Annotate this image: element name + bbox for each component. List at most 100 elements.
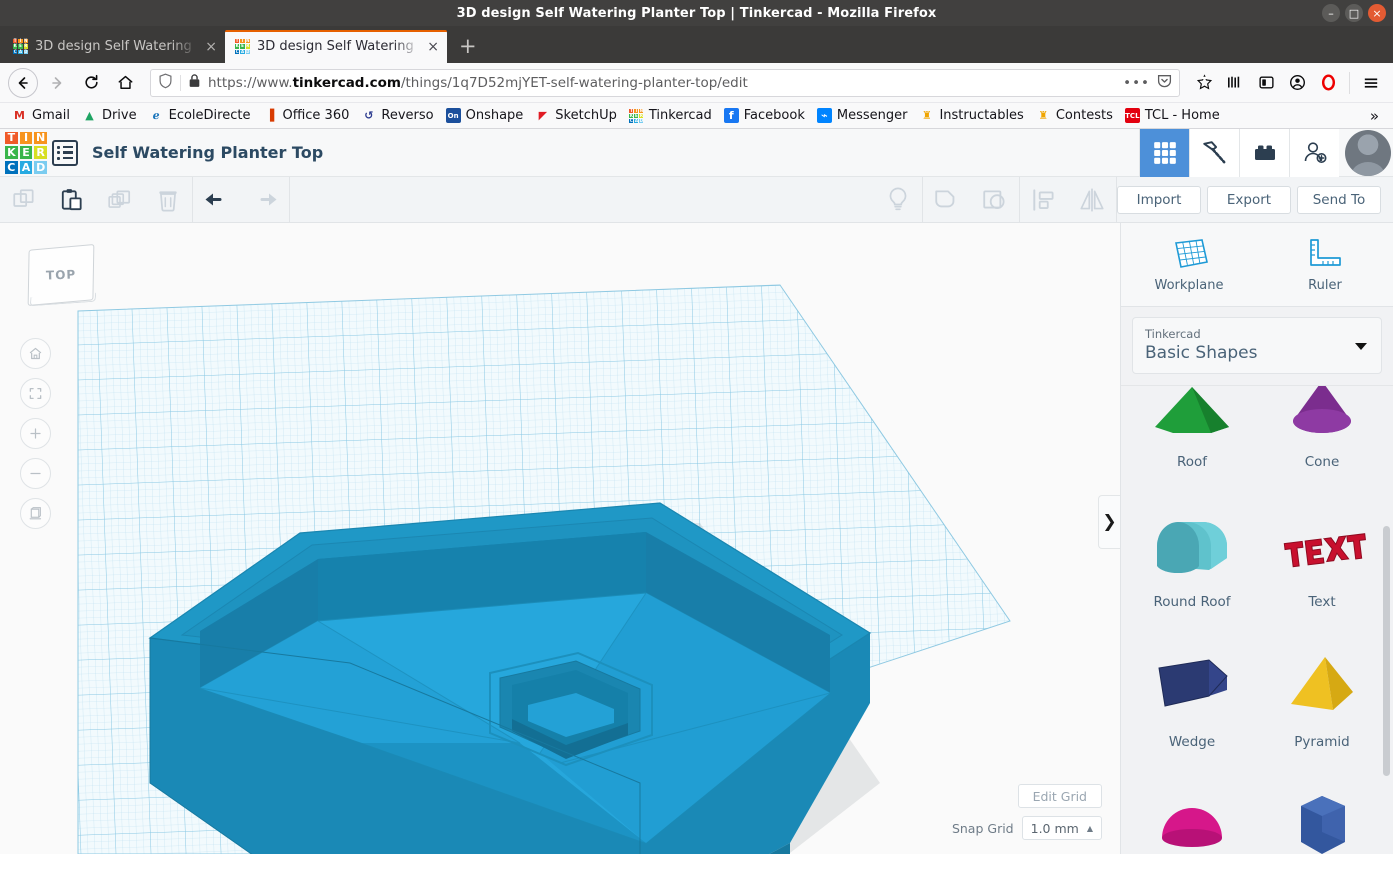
shapes-panel: Workplane Ruler Tinkercad Basic Shapes R… [1120, 223, 1393, 854]
tinker-tools-button[interactable] [1189, 128, 1239, 177]
invite-button[interactable] [1289, 128, 1339, 177]
snap-grid-select[interactable]: 1.0 mm ▲ [1021, 816, 1102, 840]
messenger-icon: ⌁ [816, 108, 832, 123]
undo-button[interactable] [193, 177, 241, 223]
3d-scene[interactable] [0, 223, 1120, 854]
shape-item[interactable]: Polygon [1257, 756, 1387, 854]
bookmark-label: Reverso [381, 108, 434, 123]
shape-item[interactable]: Pyramid [1257, 616, 1387, 756]
shape-item[interactable]: Cone [1257, 386, 1387, 476]
tinkercad-home-link[interactable]: TIN KER CAD [0, 131, 52, 174]
library-selector[interactable]: Tinkercad Basic Shapes [1132, 317, 1382, 374]
user-avatar[interactable] [1345, 129, 1391, 176]
back-button[interactable] [8, 67, 38, 98]
tracking-protection-icon[interactable] [158, 73, 173, 93]
minimize-button[interactable]: – [1322, 4, 1340, 22]
app-menu-button[interactable] [1357, 69, 1385, 97]
pyramid-shape-icon [1275, 636, 1369, 734]
maximize-button[interactable]: □ [1345, 4, 1363, 22]
mirror-button[interactable] [1068, 177, 1116, 223]
save-to-pocket-icon[interactable] [1157, 73, 1172, 92]
projection-toggle-button[interactable] [20, 498, 51, 529]
copy-icon [13, 188, 34, 207]
home-button[interactable] [110, 68, 140, 98]
new-tab-button[interactable]: + [447, 36, 489, 63]
delete-button[interactable] [144, 177, 192, 223]
align-icon [1033, 188, 1054, 211]
bookmarks-overflow-button[interactable]: » [1362, 107, 1387, 125]
paste-button[interactable] [48, 177, 96, 223]
bookmark-item[interactable]: T I N K E R C A D Tinkercad [623, 106, 718, 125]
browser-tab-active[interactable]: TIN KER CAD 3D design Self Watering × [225, 30, 447, 63]
shape-item[interactable]: Roof [1127, 386, 1257, 476]
bookmark-item[interactable]: On Onshape [440, 106, 530, 125]
blocks-button[interactable] [1239, 128, 1289, 177]
bookmark-item[interactable]: TCL TCL - Home [1119, 106, 1226, 125]
reload-button[interactable] [76, 68, 106, 98]
bookmark-item[interactable]: ▲ Drive [76, 106, 143, 125]
bookmark-item[interactable]: ♜ Instructables [913, 106, 1029, 125]
tab-close-icon[interactable]: × [205, 39, 217, 55]
zoom-in-button[interactable] [20, 418, 51, 449]
bookmark-item[interactable]: ℯ EcoleDirecte [143, 106, 257, 125]
ungroup-button[interactable] [971, 177, 1019, 223]
sidebar-button[interactable] [1252, 69, 1280, 97]
zoom-out-button[interactable] [20, 458, 51, 489]
project-name[interactable]: Self Watering Planter Top [92, 143, 323, 162]
import-button[interactable]: Import [1117, 185, 1201, 214]
bookmark-star-button[interactable] [1190, 69, 1218, 97]
chevron-down-icon[interactable] [1355, 342, 1367, 350]
bookmark-item[interactable]: M Gmail [6, 106, 76, 125]
workplane-tool[interactable]: Workplane [1121, 223, 1257, 306]
url-bar[interactable]: https://www.tinkercad.com/things/1q7D52m… [150, 68, 1180, 97]
shape-item[interactable]: Round Roof [1127, 476, 1257, 616]
shapes-scrollbar[interactable] [1383, 526, 1390, 776]
browser-tab[interactable]: TIN KER CAD 3D design Self Watering × [3, 30, 225, 63]
bookmark-item[interactable]: f Facebook [718, 106, 811, 125]
pocket-button[interactable] [1314, 69, 1342, 97]
project-list-icon[interactable] [52, 139, 78, 166]
bookmark-item[interactable]: ⌁ Messenger [811, 106, 914, 125]
round-roof-shape-icon [1145, 496, 1239, 594]
shapes-grid[interactable]: Roof Cone Round Roof Text Wedge Pyramid [1121, 385, 1393, 854]
edit-grid-button[interactable]: Edit Grid [1017, 784, 1102, 808]
forward-button[interactable] [42, 68, 72, 98]
hint-button[interactable] [874, 177, 922, 223]
fit-to-view-button[interactable] [20, 378, 51, 409]
tab-close-icon[interactable]: × [427, 39, 439, 55]
shape-item[interactable]: Text [1257, 476, 1387, 616]
shape-label: Round Roof [1153, 594, 1231, 610]
perspective-box-icon [29, 507, 42, 520]
group-button[interactable] [923, 177, 971, 223]
page-actions-icon[interactable]: ••• [1123, 75, 1150, 91]
bookmark-item[interactable]: ♜ Contests [1030, 106, 1119, 125]
3d-viewport[interactable]: TOP Edit Grid Snap Grid 1.0 mm ▲ ❯ [0, 223, 1120, 854]
grid-view-button[interactable] [1139, 128, 1189, 177]
view-cube[interactable]: TOP [22, 241, 106, 311]
shape-item[interactable]: Half Sphere [1127, 756, 1257, 854]
sketchup-icon: ◤ [538, 109, 548, 122]
bookmark-item[interactable]: ↺ Reverso [355, 106, 439, 125]
ruler-tool[interactable]: Ruler [1257, 223, 1393, 306]
bookmark-label: Tinkercad [648, 108, 712, 123]
history-tools-group [193, 177, 289, 223]
bookmark-item[interactable]: ◤ SketchUp [529, 106, 623, 125]
bookmark-label: SketchUp [555, 108, 617, 123]
export-button[interactable]: Export [1207, 185, 1291, 214]
library-icon [1228, 76, 1240, 88]
account-button[interactable] [1283, 69, 1311, 97]
copy-button[interactable] [0, 177, 48, 223]
maximize-icon: □ [1348, 6, 1360, 20]
collapse-panel-handle[interactable]: ❯ [1098, 495, 1120, 549]
shape-item[interactable]: Wedge [1127, 616, 1257, 756]
home-view-button[interactable] [20, 338, 51, 369]
shape-label: Pyramid [1294, 734, 1350, 750]
close-button[interactable]: × [1368, 4, 1386, 22]
align-button[interactable] [1020, 177, 1068, 223]
send-to-button[interactable]: Send To [1297, 185, 1381, 214]
bookmark-item[interactable]: ▐ Office 360 [256, 106, 355, 125]
duplicate-button[interactable] [96, 177, 144, 223]
redo-button[interactable] [241, 177, 289, 223]
mirror-icon [1080, 187, 1104, 212]
library-button[interactable] [1221, 69, 1249, 97]
